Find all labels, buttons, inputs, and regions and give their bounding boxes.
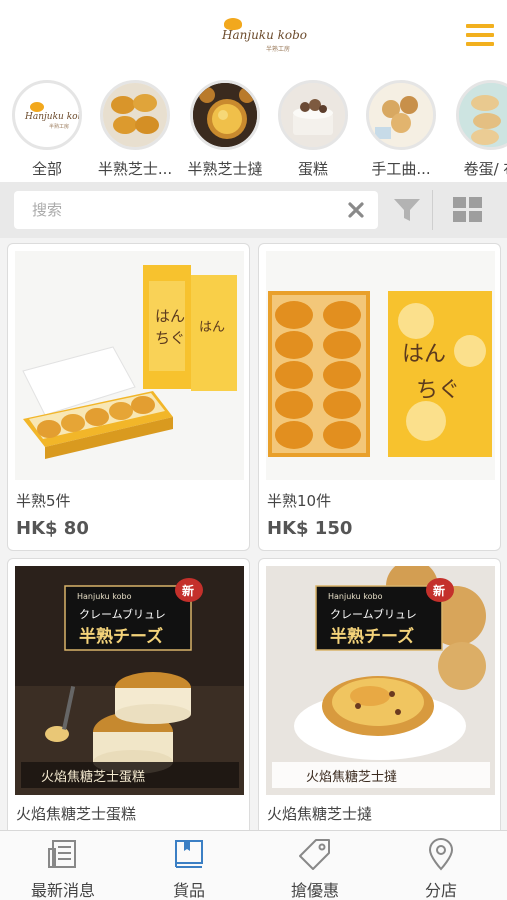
category-cake[interactable]: 蛋糕 xyxy=(268,78,356,178)
nav-label: 貨品 xyxy=(172,881,205,900)
product-card[interactable]: はん ちぐ はん 半熟5件 HK$ 80 xyxy=(7,243,250,551)
nav-label: 分店 xyxy=(424,881,457,900)
banner-caption: 火焰焦糖芝士撻 xyxy=(306,770,398,785)
nav-item-products[interactable]: 貨品 xyxy=(126,831,252,900)
category-cheese-tart[interactable]: 半熟芝士撻 xyxy=(180,78,268,178)
category-label: 半熟芝士撻 xyxy=(187,160,263,178)
new-badge: 新 xyxy=(433,584,446,598)
category-label: 手工曲... xyxy=(371,160,431,178)
category-image xyxy=(456,80,507,150)
product-image: Hanjuku kobo クレームブリュレ 半熟チーズ 新 火焰焦糖芝士撻 xyxy=(266,566,495,795)
svg-text:はん: はん xyxy=(402,342,446,367)
category-image: Hanjuku kobo 半熟工房 xyxy=(12,80,82,150)
grid-view-icon[interactable] xyxy=(452,196,484,224)
svg-text:半熟工房: 半熟工房 xyxy=(49,123,69,130)
category-label: 蛋糕 xyxy=(297,160,328,178)
category-all[interactable]: Hanjuku kobo 半熟工房 全部 xyxy=(2,78,90,178)
product-image: はん ちぐ xyxy=(266,251,495,480)
nav-item-stores[interactable]: 分店 xyxy=(378,831,504,900)
banner-brand: Hanjuku kobo xyxy=(77,592,132,601)
product-card[interactable]: Hanjuku kobo クレームブリュレ 半熟チーズ 新 火焰焦糖芝士蛋糕 火… xyxy=(7,558,250,830)
news-icon xyxy=(46,837,80,871)
product-name: 火焰焦糖芝士撻 xyxy=(267,805,373,823)
search-box[interactable] xyxy=(14,191,378,229)
product-image: はん ちぐ はん xyxy=(15,251,244,480)
product-card[interactable]: Hanjuku kobo クレームブリュレ 半熟チーズ 新 火焰焦糖芝士撻 火焰… xyxy=(258,558,501,830)
logo-text: Hanjuku kobo xyxy=(222,28,308,42)
toolbar-divider xyxy=(432,190,433,230)
brand-logo[interactable]: Hanjuku kobo 半熟工房 xyxy=(210,14,307,58)
category-image xyxy=(366,80,436,150)
book-icon xyxy=(172,837,206,871)
nav-label: 搶優惠 xyxy=(290,881,339,900)
product-price: HK$ 80 xyxy=(16,518,89,539)
category-image xyxy=(278,80,348,150)
banner-brand: Hanjuku kobo xyxy=(328,592,383,601)
category-roll-pudding[interactable]: 卷蛋/ 布 xyxy=(446,78,507,178)
search-input[interactable] xyxy=(32,199,332,221)
new-badge: 新 xyxy=(182,584,195,598)
bottom-nav: 最新消息 貨品 搶優惠 分店 xyxy=(0,830,507,900)
category-image xyxy=(190,80,260,150)
category-handmade-cookie[interactable]: 手工曲... xyxy=(356,78,444,178)
search-toolbar xyxy=(0,182,507,238)
banner-title: 半熟チーズ xyxy=(79,627,164,647)
product-grid: はん ちぐ はん 半熟5件 HK$ 80 はん ちぐ 半熟10件 HK$ 150… xyxy=(0,238,507,830)
category-image xyxy=(100,80,170,150)
close-icon[interactable] xyxy=(347,201,365,219)
banner-title-jp: クレームブリュレ xyxy=(79,608,166,621)
nav-item-news[interactable]: 最新消息 xyxy=(0,831,126,900)
nav-label: 最新消息 xyxy=(30,881,95,900)
nav-item-deals[interactable]: 搶優惠 xyxy=(252,831,378,900)
banner-title: 半熟チーズ xyxy=(330,627,415,647)
filter-icon[interactable] xyxy=(392,196,422,224)
app-header: Hanjuku kobo 半熟工房 xyxy=(0,0,507,72)
logo-subtext: 半熟工房 xyxy=(266,46,291,53)
hamburger-menu-icon[interactable] xyxy=(466,24,496,48)
product-card[interactable]: はん ちぐ 半熟10件 HK$ 150 xyxy=(258,243,501,551)
product-image: Hanjuku kobo クレームブリュレ 半熟チーズ 新 火焰焦糖芝士蛋糕 xyxy=(15,566,244,795)
category-label: 卷蛋/ 布 xyxy=(463,160,507,178)
category-label: 半熟芝士... xyxy=(97,160,173,178)
svg-text:はん: はん xyxy=(155,307,185,325)
tag-icon xyxy=(298,837,332,871)
category-cheese-bun[interactable]: 半熟芝士... xyxy=(90,78,178,178)
location-pin-icon xyxy=(424,837,458,871)
banner-title-jp: クレームブリュレ xyxy=(330,608,417,621)
svg-text:ちぐ: ちぐ xyxy=(155,329,185,347)
svg-text:Hanjuku kobo: Hanjuku kobo xyxy=(24,112,79,122)
product-name: 半熟5件 xyxy=(16,492,71,510)
svg-text:ちぐ: ちぐ xyxy=(416,378,460,403)
product-name: 半熟10件 xyxy=(267,492,332,510)
product-name: 火焰焦糖芝士蛋糕 xyxy=(16,805,137,823)
category-label: 全部 xyxy=(31,160,62,178)
banner-caption: 火焰焦糖芝士蛋糕 xyxy=(41,770,146,785)
category-carousel[interactable]: Hanjuku kobo 半熟工房 全部 半熟芝士... xyxy=(0,72,507,182)
svg-text:はん: はん xyxy=(199,320,225,335)
product-price: HK$ 150 xyxy=(267,518,353,539)
